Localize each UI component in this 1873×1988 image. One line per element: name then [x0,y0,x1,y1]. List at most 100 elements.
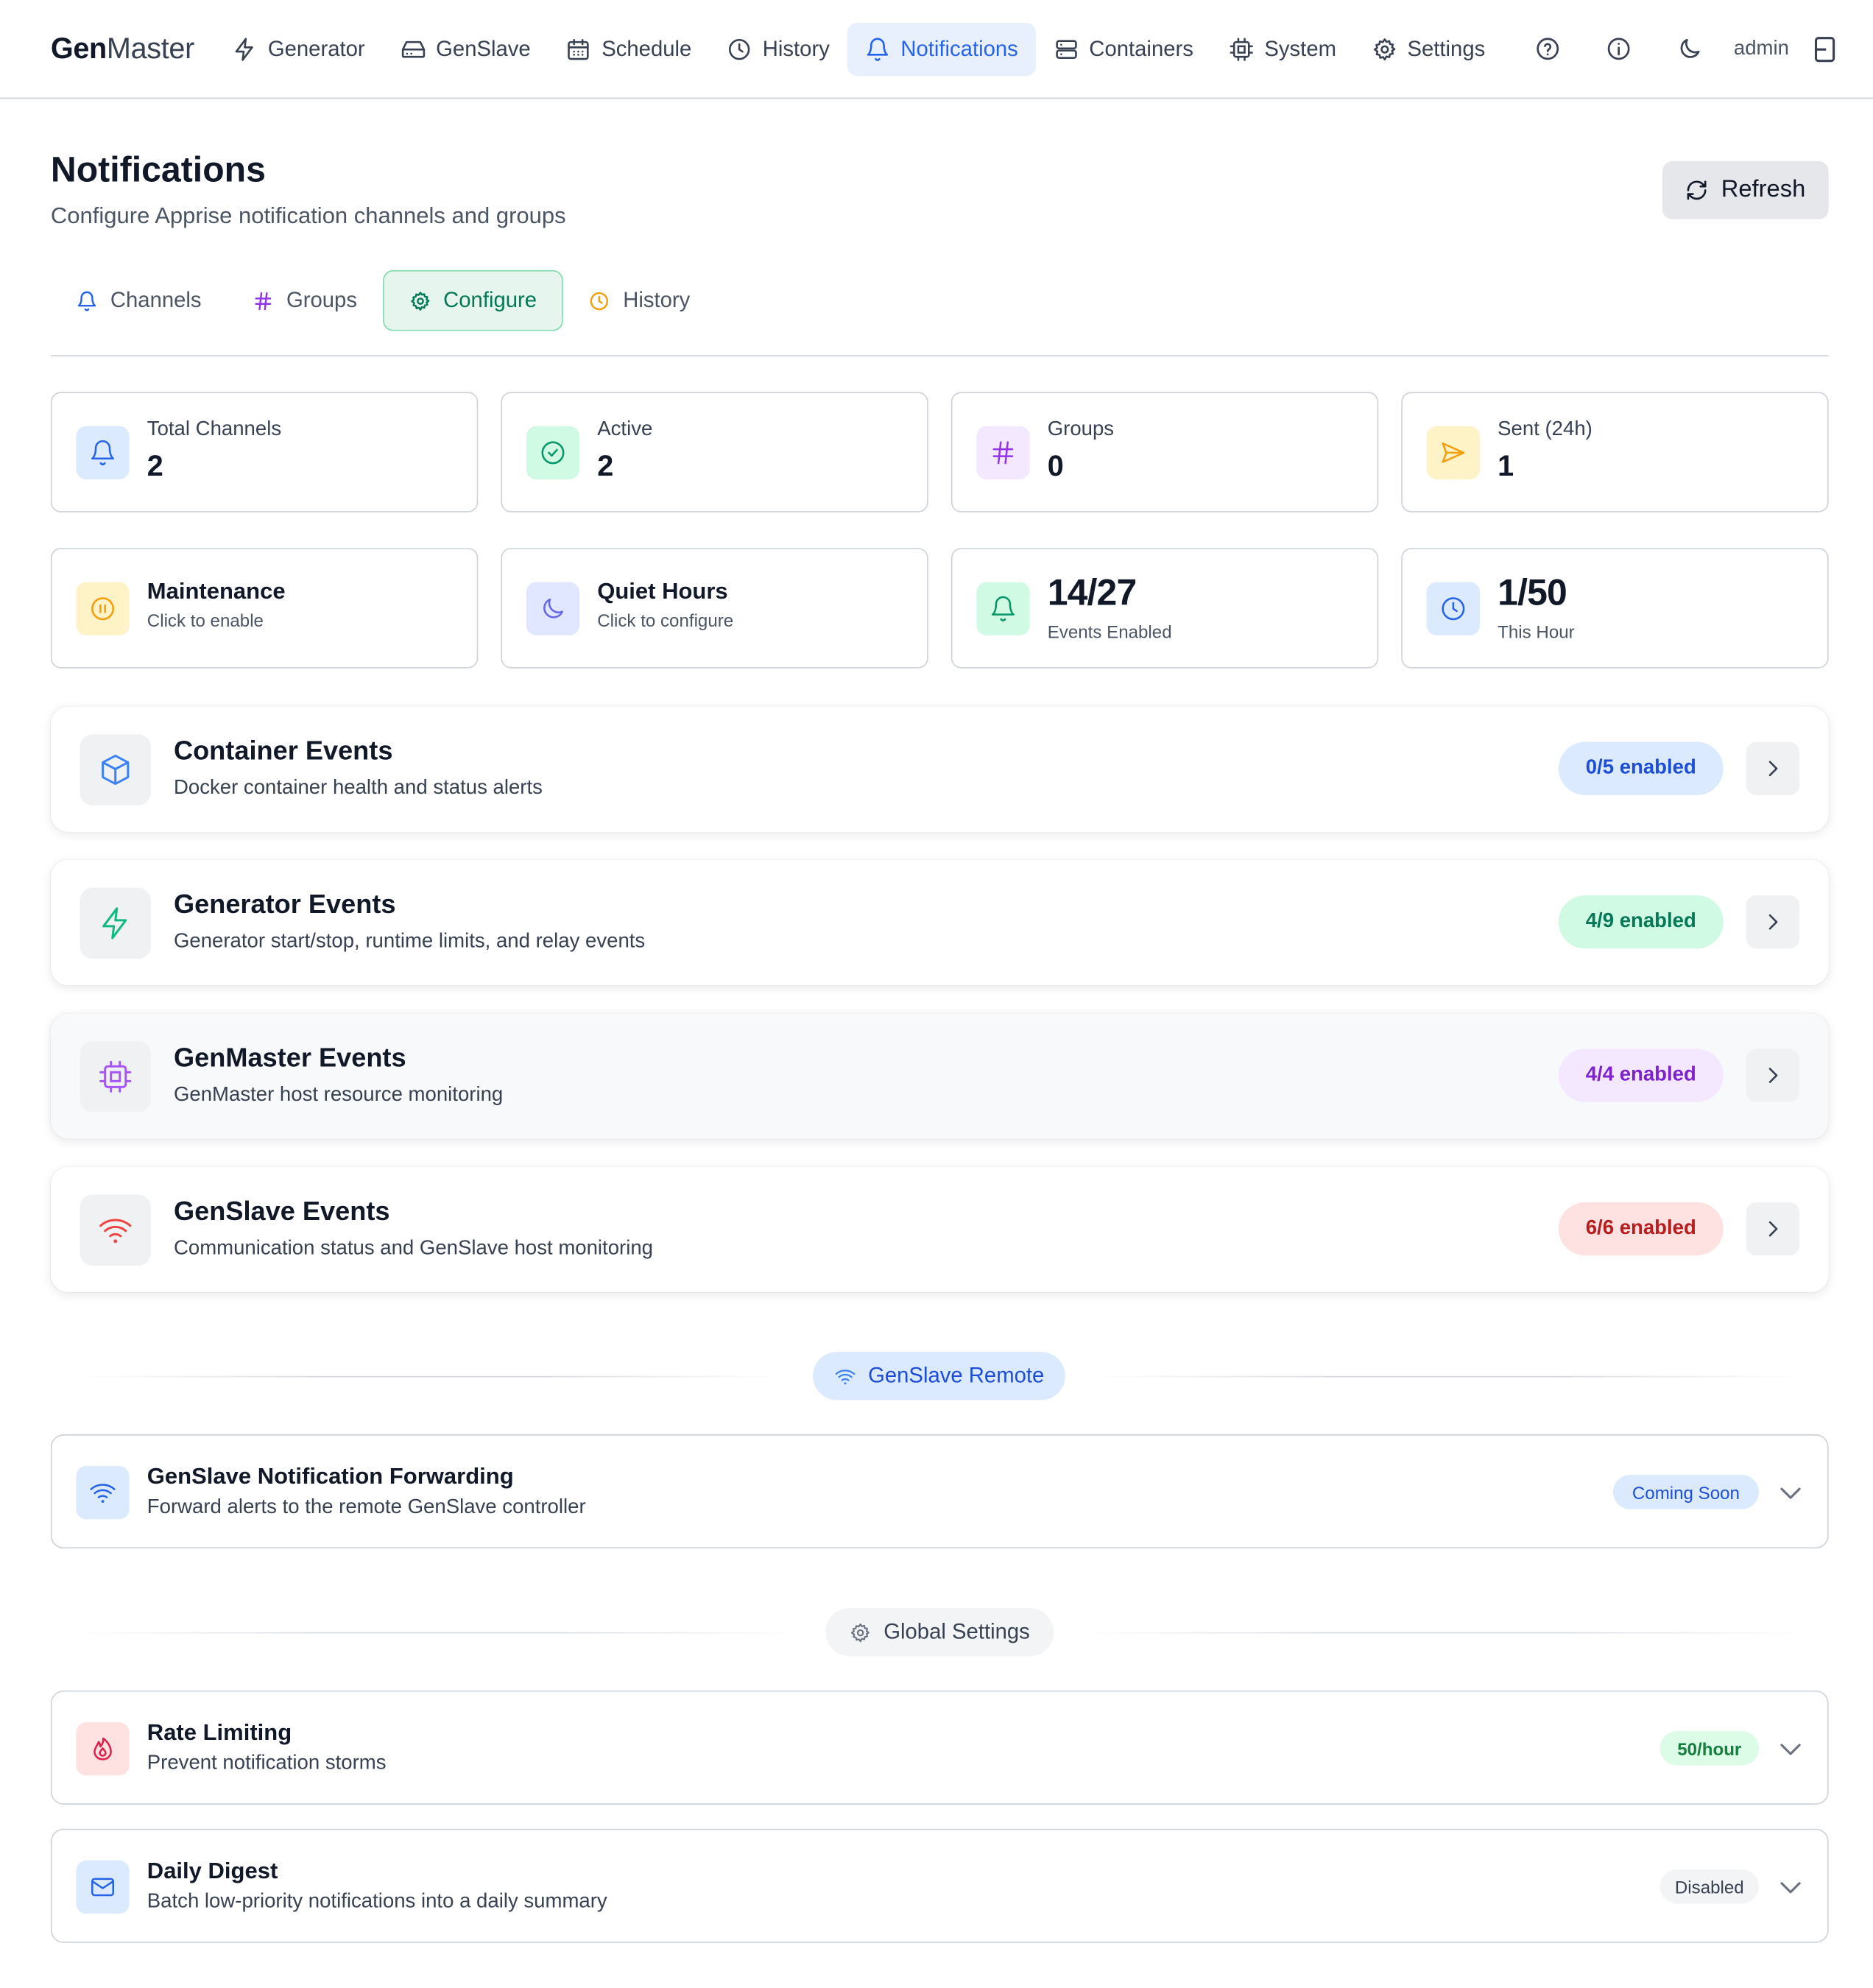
nav-label: System [1264,36,1337,60]
category-generator-events[interactable]: Generator Events Generator start/stop, r… [50,859,1829,986]
hourly-rate-card: 1/50 This Hour [1401,548,1829,669]
status-badge: Coming Soon [1612,1475,1759,1509]
stat-total-channels: Total Channels 2 [50,392,479,512]
gear-icon [409,290,431,311]
expand-button[interactable] [1746,895,1800,949]
enabled-count-badge: 4/4 enabled [1558,1048,1724,1102]
zap-icon [80,887,151,959]
bell-icon [976,582,1030,635]
help-button[interactable] [1521,22,1574,75]
category-genmaster-events[interactable]: GenMaster Events GenMaster host resource… [50,1013,1829,1139]
nav-label: Schedule [602,36,692,60]
panel-title: Daily Digest [147,1858,278,1883]
enabled-count-badge: 0/5 enabled [1558,741,1724,795]
events-enabled-value: 14/27 [1047,573,1137,614]
enabled-count-badge: 6/6 enabled [1558,1202,1724,1256]
server-icon [1054,36,1079,61]
panel-description: Prevent notification storms [147,1752,387,1774]
send-icon [1426,426,1481,480]
top-nav: GenMaster Generator GenSlave Schedule Hi… [0,0,1873,99]
category-title: GenMaster Events [173,1043,406,1074]
category-genslave-events[interactable]: GenSlave Events Communication status and… [50,1166,1829,1293]
chevron-down-icon[interactable] [1775,1478,1805,1508]
nav-schedule[interactable]: Schedule [549,22,710,75]
section-label-global-settings: Global Settings [825,1608,1054,1657]
bell-icon [865,36,890,61]
page-subtitle: Configure Apprise notification channels … [50,202,566,229]
quiet-hours-title: Quiet Hours [597,578,728,604]
expand-button[interactable] [1746,1048,1800,1102]
nav-system[interactable]: System [1211,22,1354,75]
genslave-forwarding-panel[interactable]: GenSlave Notification Forwarding Forward… [50,1434,1829,1549]
chevron-down-icon[interactable] [1775,1734,1805,1764]
hash-icon [252,290,273,311]
category-title: GenSlave Events [173,1196,390,1227]
tab-divider [50,355,1829,356]
tab-configure[interactable]: Configure [382,269,564,331]
stat-value: 0 [1047,448,1064,482]
tab-label: Configure [443,287,537,312]
nav-settings[interactable]: Settings [1354,22,1503,75]
category-description: GenMaster host resource monitoring [173,1084,504,1106]
expand-button[interactable] [1746,741,1800,795]
refresh-icon [1685,179,1708,202]
pause-circle-icon [76,582,130,635]
info-button[interactable] [1592,22,1645,75]
quiet-hours-card[interactable]: Quiet Hours Click to configure [501,548,928,669]
clock-icon [1426,582,1481,635]
expand-button[interactable] [1746,1202,1800,1256]
maintenance-toggle-card[interactable]: Maintenance Click to enable [50,548,479,669]
logout-icon[interactable] [1814,35,1839,63]
nav-genslave[interactable]: GenSlave [383,22,549,75]
tab-groups[interactable]: Groups [227,270,382,331]
nav-generator[interactable]: Generator [214,22,382,75]
daily-digest-panel[interactable]: Daily Digest Batch low-priority notifica… [50,1828,1829,1943]
flame-icon [76,1722,130,1776]
section-divider [76,1632,800,1634]
nav-label: History [762,36,830,60]
panel-title: GenSlave Notification Forwarding [147,1463,514,1490]
gear-icon [850,1621,871,1643]
quiet-hours-subtitle: Click to configure [597,610,734,631]
section-divider [1093,1375,1804,1378]
maintenance-title: Maintenance [147,578,286,604]
tab-label: Groups [286,287,357,312]
stat-label: Groups [1047,418,1115,440]
check-circle-icon [526,426,580,480]
chevron-right-icon [1761,1064,1784,1087]
nav-containers[interactable]: Containers [1036,22,1211,75]
cpu-icon [1229,36,1254,61]
stat-sent-24h: Sent (24h) 1 [1401,392,1829,512]
tab-channels[interactable]: Channels [51,270,227,331]
section-label: Global Settings [883,1619,1030,1644]
cpu-icon [80,1041,151,1113]
tab-bar: Channels Groups Configure History [51,269,716,331]
theme-toggle-button[interactable] [1662,22,1715,75]
info-icon [1605,35,1632,62]
category-container-events[interactable]: Container Events Docker container health… [50,706,1829,832]
refresh-label: Refresh [1721,176,1806,203]
nav-history[interactable]: History [709,22,847,75]
category-description: Generator start/stop, runtime limits, an… [173,931,646,953]
category-description: Communication status and GenSlave host m… [173,1238,654,1260]
brand-bold: Gen [50,32,107,65]
section-label-genslave-remote: GenSlave Remote [813,1352,1065,1400]
nav-notifications[interactable]: Notifications [847,22,1036,76]
tab-history[interactable]: History [563,270,716,331]
rate-limiting-panel[interactable]: Rate Limiting Prevent notification storm… [50,1690,1829,1805]
rate-limit-badge: 50/hour [1659,1731,1759,1766]
section-divider [1080,1632,1804,1634]
refresh-button[interactable]: Refresh [1662,161,1829,219]
chevron-right-icon [1761,911,1784,934]
chevron-down-icon[interactable] [1775,1872,1805,1902]
username[interactable]: admin [1734,38,1789,60]
gear-icon [1372,36,1397,61]
nav-label: Containers [1089,36,1193,60]
box-icon [80,734,151,806]
hash-icon [976,426,1030,480]
clock-icon [589,290,610,311]
nav-label: Settings [1407,36,1486,60]
events-enabled-label: Events Enabled [1047,621,1172,642]
brand-logo[interactable]: GenMaster [51,32,194,66]
hourly-rate-label: This Hour [1498,621,1575,642]
